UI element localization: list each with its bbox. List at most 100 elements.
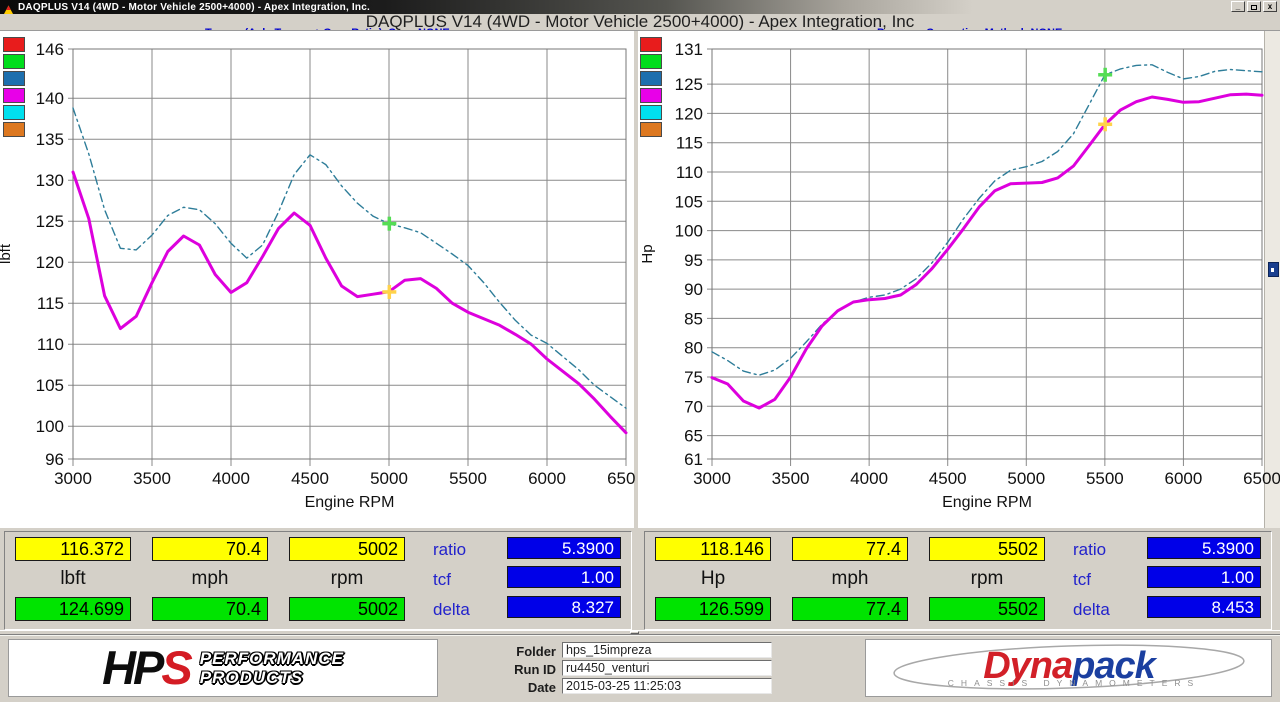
ref-speed-value: 77.4 — [792, 597, 908, 621]
ref-rpm-value: 5002 — [289, 597, 405, 621]
svg-text:4000: 4000 — [850, 469, 888, 488]
svg-text:4000: 4000 — [212, 469, 250, 488]
svg-text:5000: 5000 — [370, 469, 408, 488]
tcf-value: 1.00 — [1147, 566, 1261, 588]
svg-text:3000: 3000 — [693, 469, 731, 488]
svg-text:Engine RPM: Engine RPM — [942, 494, 1032, 511]
svg-text:110: 110 — [676, 163, 703, 182]
ratio-label: ratio — [433, 540, 466, 560]
power-chart[interactable]: 131 125 120 115 110 105 100 95 90 85 80 75 70 65 61300… — [637, 31, 1280, 528]
window-title: DAQPLUS V14 (4WD - Motor Vehicle 2500+40… — [18, 2, 370, 13]
svg-text:105: 105 — [675, 192, 703, 211]
svg-text:5500: 5500 — [449, 469, 487, 488]
svg-text:Engine RPM: Engine RPM — [305, 494, 395, 511]
cursor-rpm-value: 5502 — [929, 537, 1045, 561]
splitter-handle[interactable] — [1268, 262, 1279, 277]
charts-area: 1461401351301251201151101051009630003500… — [0, 30, 1280, 527]
svg-text:125: 125 — [36, 212, 64, 231]
run-id-input[interactable] — [562, 660, 772, 676]
cursor-rpm-value: 5002 — [289, 537, 405, 561]
cursor-speed-value: 70.4 — [152, 537, 268, 561]
svg-text:110: 110 — [37, 335, 64, 354]
svg-text:3000: 3000 — [54, 469, 92, 488]
svg-text:lbft: lbft — [0, 243, 14, 264]
svg-text:3500: 3500 — [133, 469, 171, 488]
tcf-value: 1.00 — [507, 566, 621, 588]
rpm-unit-label: rpm — [289, 568, 405, 590]
svg-text:85: 85 — [684, 309, 703, 328]
power-cursor-table: 118.146 77.4 5502 Hp mph rpm 126.599 77.… — [644, 531, 1272, 630]
date-input[interactable] — [562, 678, 772, 694]
svg-text:65: 65 — [684, 427, 703, 446]
svg-text:80: 80 — [684, 339, 703, 358]
svg-text:115: 115 — [37, 294, 64, 313]
app-window: DAQPLUS V14 (4WD - Motor Vehicle 2500+40… — [0, 0, 1280, 702]
svg-text:100: 100 — [675, 222, 703, 241]
ref-speed-value: 70.4 — [152, 597, 268, 621]
window-controls: _ x — [1231, 1, 1277, 12]
svg-text:130: 130 — [36, 171, 64, 190]
svg-text:146: 146 — [36, 40, 64, 59]
minimize-button[interactable]: _ — [1231, 1, 1245, 12]
delta-label: delta — [433, 600, 470, 620]
folder-input[interactable] — [562, 642, 772, 658]
hps-logo: HPS PERFORMANCE PRODUCTS — [8, 639, 438, 697]
ratio-value: 5.3900 — [1147, 537, 1261, 559]
ratio-value: 5.3900 — [507, 537, 621, 559]
dynapack-logo: Dynapack CHASSIS DYNAMOMETERS — [865, 639, 1272, 697]
svg-text:Hp: Hp — [639, 244, 656, 263]
svg-text:120: 120 — [675, 104, 703, 123]
date-label: Date — [456, 680, 556, 695]
cursor-speed-value: 77.4 — [792, 537, 908, 561]
svg-text:115: 115 — [676, 134, 703, 153]
run-id-label: Run ID — [456, 662, 556, 677]
ref-power-value: 126.599 — [655, 597, 771, 621]
svg-text:75: 75 — [684, 368, 703, 387]
tcf-label: tcf — [433, 570, 451, 590]
restore-icon — [1251, 5, 1257, 10]
delta-value: 8.327 — [507, 596, 621, 618]
svg-text:95: 95 — [684, 251, 703, 270]
svg-text:70: 70 — [684, 397, 703, 416]
svg-text:6000: 6000 — [528, 469, 566, 488]
hps-logo-text: HPS — [102, 643, 190, 693]
footer: HPS PERFORMANCE PRODUCTS Folder Run ID D… — [0, 635, 1280, 702]
svg-text:5000: 5000 — [1007, 469, 1045, 488]
cursor-power-value: 118.146 — [655, 537, 771, 561]
hps-logo-tagline: PERFORMANCE PRODUCTS — [200, 649, 344, 687]
svg-text:3500: 3500 — [772, 469, 810, 488]
delta-value: 8.453 — [1147, 596, 1261, 618]
svg-text:6000: 6000 — [1165, 469, 1203, 488]
cursor-torque-value: 116.372 — [15, 537, 131, 561]
ref-torque-value: 124.699 — [15, 597, 131, 621]
svg-text:140: 140 — [36, 89, 64, 108]
svg-text:4500: 4500 — [929, 469, 967, 488]
svg-text:90: 90 — [684, 280, 703, 299]
svg-text:105: 105 — [36, 376, 64, 395]
svg-text:96: 96 — [45, 450, 64, 469]
ratio-label: ratio — [1073, 540, 1106, 560]
svg-text:6500: 6500 — [607, 469, 636, 488]
restore-button[interactable] — [1247, 1, 1261, 12]
torque-unit-label: lbft — [15, 568, 131, 590]
torque-cursor-table: 116.372 70.4 5002 lbft mph rpm 124.699 7… — [4, 531, 632, 630]
svg-text:131: 131 — [675, 40, 703, 59]
svg-text:61: 61 — [684, 450, 703, 469]
svg-text:135: 135 — [36, 130, 64, 149]
power-unit-label: Hp — [655, 568, 771, 590]
svg-text:6500: 6500 — [1243, 469, 1280, 488]
svg-text:125: 125 — [675, 75, 703, 94]
folder-label: Folder — [456, 644, 556, 659]
delta-label: delta — [1073, 600, 1110, 620]
ref-rpm-value: 5502 — [929, 597, 1045, 621]
torque-chart[interactable]: 146 140 135 130 125 120 115 110 105 100 963000 3500… — [0, 31, 636, 528]
svg-text:120: 120 — [36, 253, 64, 272]
svg-text:4500: 4500 — [291, 469, 329, 488]
divider-grip-icon — [630, 631, 639, 634]
dynapack-logo-subtitle: CHASSIS DYNAMOMETERS — [947, 678, 1199, 688]
svg-text:5500: 5500 — [1086, 469, 1124, 488]
speed-unit-label: mph — [152, 568, 268, 590]
rpm-unit-label: rpm — [929, 568, 1045, 590]
svg-text:100: 100 — [36, 417, 64, 436]
close-button[interactable]: x — [1263, 1, 1277, 12]
